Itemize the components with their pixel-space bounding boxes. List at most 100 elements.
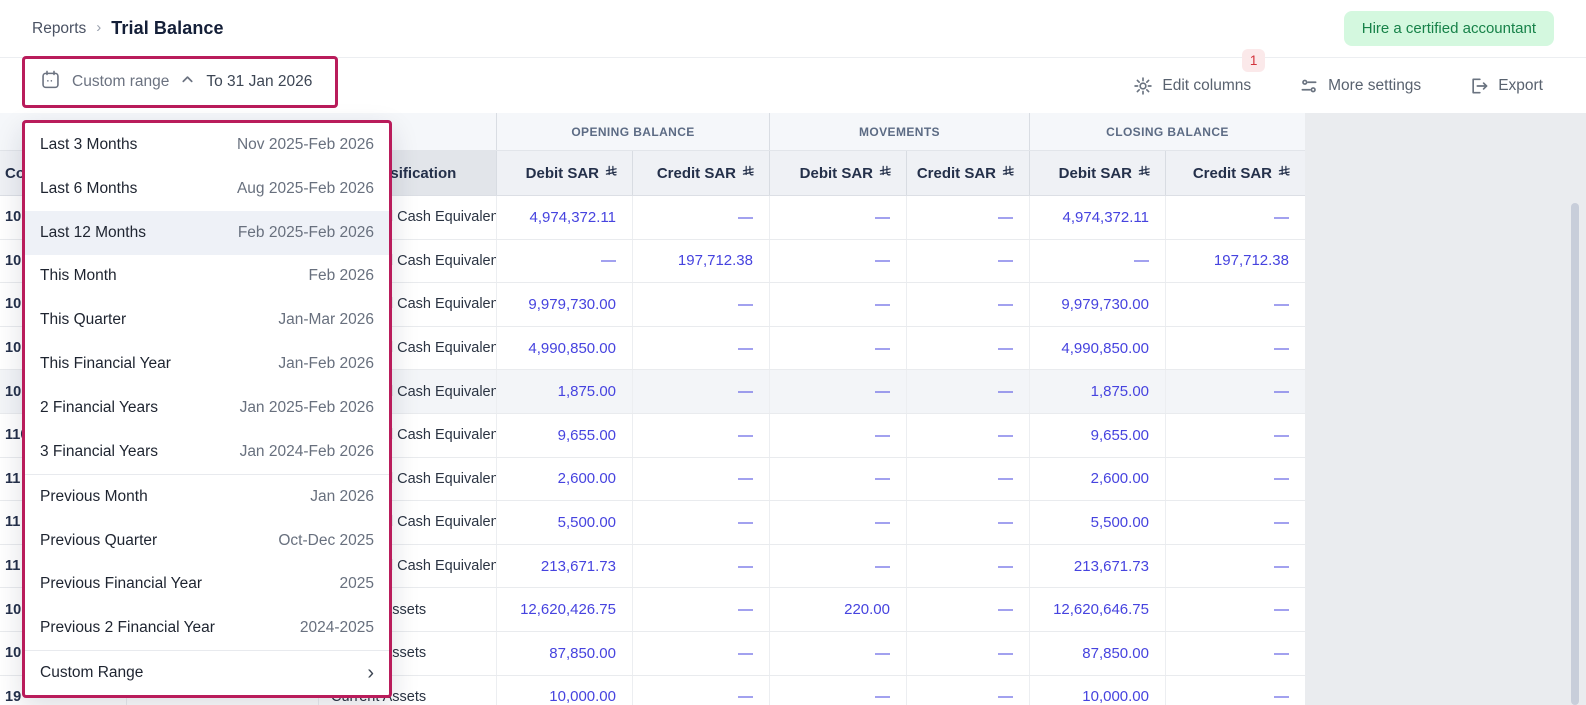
saudi-riyal-icon: [1138, 165, 1151, 182]
menu-item-this-month[interactable]: This Month Feb 2026: [25, 255, 389, 299]
closing-debit-cell: 1,875.00: [1030, 370, 1166, 413]
more-settings-button[interactable]: More settings: [1299, 76, 1421, 96]
movements-credit-cell: —: [907, 545, 1030, 588]
opening-debit-cell: 87,850.00: [497, 632, 633, 675]
opening-credit-cell: —: [633, 414, 770, 457]
movements-debit-cell: —: [770, 458, 907, 501]
closing-credit-cell: —: [1166, 458, 1305, 501]
saudi-riyal-icon: [879, 165, 892, 182]
closing-debit-cell: 2,600.00: [1030, 458, 1166, 501]
column-header-closing-debit[interactable]: Debit SAR: [1030, 151, 1166, 195]
opening-debit-cell: 9,979,730.00: [497, 283, 633, 326]
menu-item-last-12-months[interactable]: Last 12 Months Feb 2025-Feb 2026: [25, 211, 389, 255]
empty-side-panel: [1305, 113, 1586, 705]
opening-debit-cell: 9,655.00: [497, 414, 633, 457]
column-header-movements-credit[interactable]: Credit SAR: [907, 151, 1030, 195]
group-header-closing-balance: CLOSING BALANCE: [1030, 113, 1305, 150]
opening-credit-cell: —: [633, 370, 770, 413]
closing-debit-cell: —: [1030, 240, 1166, 283]
more-settings-label: More settings: [1328, 77, 1421, 95]
column-header-opening-debit[interactable]: Debit SAR: [497, 151, 633, 195]
trial-balance-page: Reports › Trial Balance Hire a certified…: [0, 0, 1586, 705]
edit-columns-badge: 1: [1242, 49, 1265, 72]
opening-credit-cell: —: [633, 196, 770, 239]
opening-credit-cell: —: [633, 327, 770, 370]
calendar-icon: [40, 69, 61, 95]
saudi-riyal-icon: [1278, 165, 1291, 182]
closing-credit-cell: —: [1166, 501, 1305, 544]
opening-debit-cell: 1,875.00: [497, 370, 633, 413]
column-header-closing-credit[interactable]: Credit SAR: [1166, 151, 1305, 195]
date-range-filter[interactable]: Custom range To 31 Jan 2026: [22, 56, 338, 108]
breadcrumb: Reports › Trial Balance: [32, 18, 224, 39]
movements-debit-cell: —: [770, 196, 907, 239]
closing-debit-cell: 5,500.00: [1030, 501, 1166, 544]
opening-credit-cell: —: [633, 501, 770, 544]
edit-columns-button[interactable]: Edit columns 1: [1133, 76, 1251, 96]
hire-accountant-button[interactable]: Hire a certified accountant: [1344, 11, 1554, 46]
movements-credit-cell: —: [907, 414, 1030, 457]
movements-credit-cell: —: [907, 458, 1030, 501]
movements-credit-cell: —: [907, 327, 1030, 370]
movements-debit-cell: —: [770, 632, 907, 675]
export-icon: [1469, 76, 1489, 96]
menu-item-this-quarter[interactable]: This Quarter Jan-Mar 2026: [25, 298, 389, 342]
closing-credit-cell: —: [1166, 676, 1305, 705]
movements-debit-cell: —: [770, 240, 907, 283]
menu-item-previous-2-financial-year[interactable]: Previous 2 Financial Year 2024-2025: [25, 606, 389, 650]
movements-credit-cell: —: [907, 240, 1030, 283]
opening-credit-cell: —: [633, 588, 770, 631]
closing-debit-cell: 4,974,372.11: [1030, 196, 1166, 239]
column-header-movements-debit[interactable]: Debit SAR: [770, 151, 907, 195]
closing-credit-cell: —: [1166, 632, 1305, 675]
menu-item-previous-financial-year[interactable]: Previous Financial Year 2025: [25, 562, 389, 606]
closing-debit-cell: 87,850.00: [1030, 632, 1166, 675]
saudi-riyal-icon: [742, 165, 755, 182]
closing-debit-cell: 4,990,850.00: [1030, 327, 1166, 370]
menu-item-last-6-months[interactable]: Last 6 Months Aug 2025-Feb 2026: [25, 167, 389, 211]
page-title: Trial Balance: [111, 18, 223, 39]
breadcrumb-reports-link[interactable]: Reports: [32, 20, 86, 38]
export-label: Export: [1498, 77, 1543, 95]
movements-credit-cell: —: [907, 501, 1030, 544]
date-range-dropdown: Last 3 Months Nov 2025-Feb 2026 Last 6 M…: [22, 120, 392, 698]
movements-debit-cell: —: [770, 676, 907, 705]
opening-debit-cell: —: [497, 240, 633, 283]
opening-debit-cell: 4,990,850.00: [497, 327, 633, 370]
movements-debit-cell: —: [770, 283, 907, 326]
closing-credit-cell: 197,712.38: [1166, 240, 1305, 283]
menu-item-custom-range[interactable]: Custom Range ›: [25, 650, 389, 695]
menu-item-2-financial-years[interactable]: 2 Financial Years Jan 2025-Feb 2026: [25, 386, 389, 430]
chevron-up-icon: [180, 72, 195, 92]
date-range-selected-label: Custom range: [72, 73, 169, 91]
closing-credit-cell: —: [1166, 196, 1305, 239]
export-button[interactable]: Export: [1469, 76, 1543, 96]
menu-item-last-3-months[interactable]: Last 3 Months Nov 2025-Feb 2026: [25, 123, 389, 167]
movements-credit-cell: —: [907, 196, 1030, 239]
topbar: Reports › Trial Balance Hire a certified…: [0, 0, 1586, 57]
column-header-opening-credit[interactable]: Credit SAR: [633, 151, 770, 195]
opening-credit-cell: —: [633, 676, 770, 705]
opening-debit-cell: 4,974,372.11: [497, 196, 633, 239]
menu-item-previous-month[interactable]: Previous Month Jan 2026: [25, 474, 389, 519]
closing-debit-cell: 213,671.73: [1030, 545, 1166, 588]
movements-credit-cell: —: [907, 283, 1030, 326]
opening-credit-cell: —: [633, 545, 770, 588]
menu-item-this-financial-year[interactable]: This Financial Year Jan-Feb 2026: [25, 342, 389, 386]
opening-debit-cell: 5,500.00: [497, 501, 633, 544]
gear-icon: [1133, 76, 1153, 96]
closing-credit-cell: —: [1166, 370, 1305, 413]
opening-credit-cell: —: [633, 283, 770, 326]
edit-columns-label: Edit columns: [1162, 77, 1251, 95]
opening-debit-cell: 12,620,426.75: [497, 588, 633, 631]
chevron-right-icon: ›: [367, 663, 374, 683]
vertical-scrollbar[interactable]: [1571, 203, 1579, 705]
opening-debit-cell: 213,671.73: [497, 545, 633, 588]
closing-credit-cell: —: [1166, 283, 1305, 326]
movements-credit-cell: —: [907, 632, 1030, 675]
menu-item-3-financial-years[interactable]: 3 Financial Years Jan 2024-Feb 2026: [25, 430, 389, 474]
date-range-to-label: To 31 Jan 2026: [206, 73, 312, 91]
sliders-icon: [1299, 76, 1319, 96]
movements-debit-cell: 220.00: [770, 588, 907, 631]
menu-item-previous-quarter[interactable]: Previous Quarter Oct-Dec 2025: [25, 519, 389, 563]
